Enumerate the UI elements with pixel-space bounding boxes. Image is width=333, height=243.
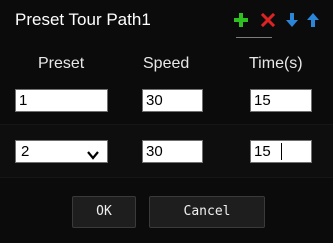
cancel-button[interactable]: Cancel [149, 196, 265, 228]
arrow-up-icon [304, 11, 322, 29]
plus-icon [232, 11, 250, 29]
title-bar: Preset Tour Path1 [0, 0, 333, 38]
row1-speed-input[interactable] [142, 89, 203, 112]
toolbar-divider [236, 37, 272, 38]
text-cursor [281, 143, 282, 160]
arrow-down-icon [283, 11, 301, 29]
chevron-down-icon [86, 146, 100, 167]
column-header-preset: Preset [38, 55, 85, 72]
move-down-button[interactable] [283, 11, 301, 29]
delete-button[interactable] [259, 11, 277, 29]
ok-button[interactable]: OK [72, 196, 136, 228]
row1-preset-input[interactable] [15, 89, 108, 112]
x-icon [259, 11, 277, 29]
row1-time-input[interactable] [250, 89, 312, 112]
move-up-button[interactable] [304, 11, 322, 29]
add-button[interactable] [232, 11, 250, 29]
row2-speed-input[interactable] [142, 140, 203, 163]
row2-preset-select[interactable]: 2 [15, 140, 108, 163]
column-header-speed: Speed [143, 55, 190, 72]
dialog-title: Preset Tour Path1 [15, 10, 151, 29]
column-header-time: Time(s) [249, 55, 303, 72]
row2-preset-value: 2 [21, 143, 30, 160]
preset-tour-dialog: Preset Tour Path1 Preset Speed Time(s) 1… [0, 0, 333, 243]
